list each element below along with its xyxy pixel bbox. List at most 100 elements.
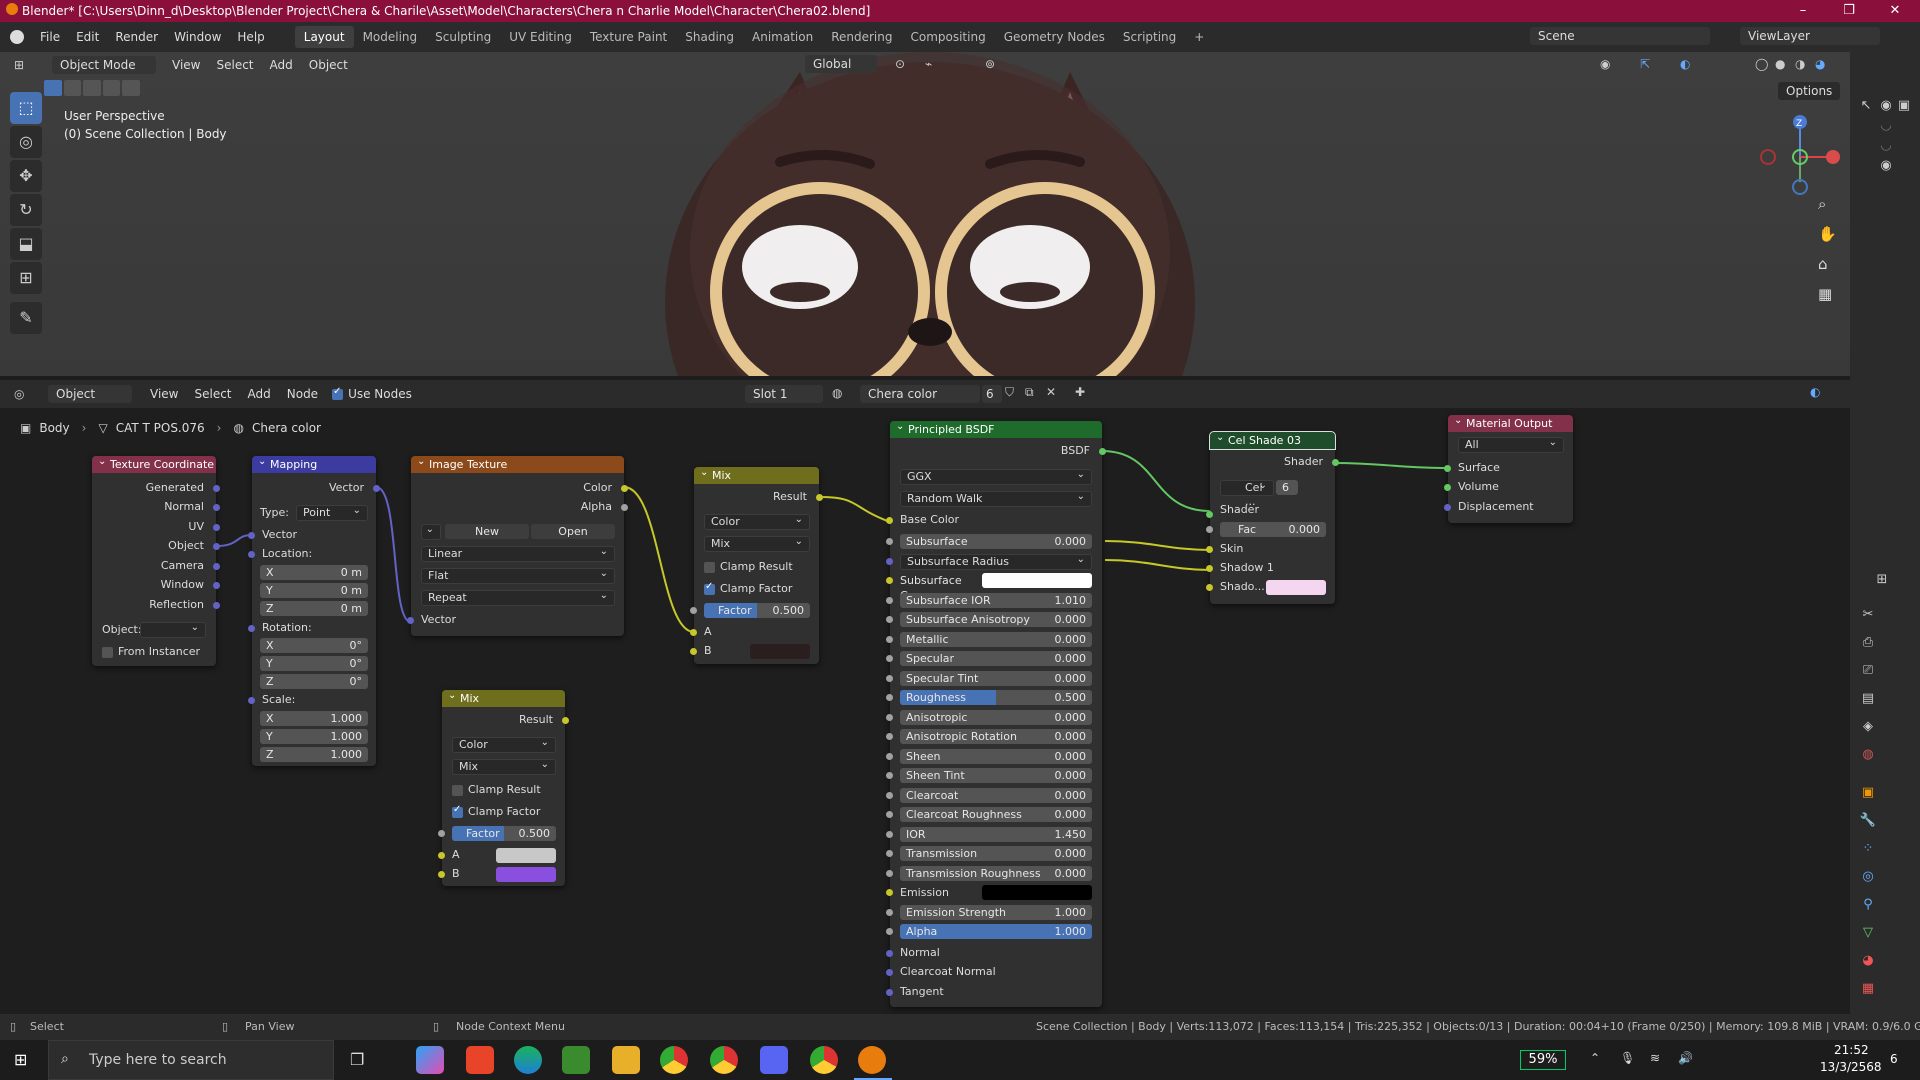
chrome-app-icon[interactable] <box>660 1046 688 1074</box>
windows-start-icon[interactable]: ⊞ <box>14 1050 27 1069</box>
copilot-app-icon[interactable] <box>416 1046 444 1074</box>
socket[interactable] <box>690 607 697 614</box>
bsdf-field-subsurface-ior[interactable]: Subsurface IOR 1.010 <box>900 593 1092 608</box>
socket[interactable] <box>886 517 893 524</box>
data-properties-icon[interactable]: ▽ <box>1858 925 1878 945</box>
bsdf-field-subsurface-c[interactable]: Subsurface C... <box>900 573 980 602</box>
texture-properties-icon[interactable]: ▦ <box>1858 981 1878 1001</box>
clamp-factor-checkbox[interactable] <box>452 804 463 818</box>
location-y-field[interactable]: Y 0 m <box>260 583 368 598</box>
data-type-dropdown[interactable]: Color <box>704 513 810 530</box>
from-instancer-checkbox[interactable] <box>102 647 113 658</box>
material-output-node[interactable]: Material Output All Surface Volume Displ… <box>1444 412 1573 523</box>
socket[interactable] <box>438 852 445 859</box>
blend-mode-dropdown[interactable]: Mix <box>704 535 810 552</box>
socket[interactable] <box>1206 584 1213 591</box>
location-z-field[interactable]: Z 0 m <box>260 601 368 616</box>
cel-shade-group-node[interactable]: Cel Shade 03 Shader Cel ... 6 Shader Fac… <box>1206 429 1339 604</box>
shadow-color-swatch[interactable] <box>1266 580 1326 595</box>
socket[interactable] <box>886 733 893 740</box>
node-group-selector[interactable]: Cel ... <box>1220 479 1274 508</box>
scene-properties-icon[interactable]: ◈ <box>1858 719 1878 739</box>
particles-properties-icon[interactable]: ⁘ <box>1858 841 1878 861</box>
socket[interactable] <box>886 558 893 565</box>
socket[interactable] <box>886 950 893 957</box>
interpolation-dropdown[interactable]: Linear <box>421 545 615 562</box>
socket[interactable] <box>1444 484 1451 491</box>
socket[interactable] <box>886 811 893 818</box>
object-picker[interactable] <box>140 621 206 638</box>
wifi-icon[interactable]: ≋ <box>1650 1051 1660 1065</box>
physics-properties-icon[interactable]: ◎ <box>1858 869 1878 889</box>
bsdf-field-specular[interactable]: Specular 0.000 <box>900 651 1092 666</box>
socket[interactable] <box>213 602 220 609</box>
bsdf-field-ior[interactable]: IOR 1.450 <box>900 827 1092 842</box>
notification-badge[interactable]: 6 <box>1890 1052 1898 1066</box>
outliner-eye-icon[interactable]: ◉ <box>1876 158 1896 178</box>
clamp-result-checkbox[interactable] <box>452 785 463 796</box>
output-properties-icon[interactable]: ⎚ <box>1858 663 1878 683</box>
outliner-select-icon[interactable]: ↖ <box>1856 98 1876 118</box>
socket[interactable] <box>886 675 893 682</box>
socket[interactable] <box>1099 448 1106 455</box>
extension-dropdown[interactable]: Repeat <box>421 589 615 606</box>
socket[interactable] <box>438 830 445 837</box>
socket[interactable] <box>886 636 893 643</box>
socket[interactable] <box>886 577 893 584</box>
file-explorer-icon[interactable] <box>612 1046 640 1074</box>
factor-field[interactable]: Factor 0.500 <box>452 826 556 841</box>
socket[interactable] <box>621 504 628 511</box>
socket[interactable] <box>621 485 628 492</box>
data-type-dropdown[interactable]: Color <box>452 736 556 753</box>
socket[interactable] <box>886 753 893 760</box>
taskbar-search-box[interactable]: ⌕ Type here to search <box>48 1040 334 1080</box>
material-properties-icon[interactable]: ◕ <box>1858 953 1878 973</box>
scale-y-field[interactable]: Y 1.000 <box>260 729 368 744</box>
group-users-count[interactable]: 6 <box>1276 480 1298 495</box>
socket[interactable] <box>213 582 220 589</box>
socket[interactable] <box>886 909 893 916</box>
socket[interactable] <box>1206 526 1213 533</box>
socket[interactable] <box>886 969 893 976</box>
view-layer-properties-icon[interactable]: ▤ <box>1858 691 1878 711</box>
bsdf-field-clearcoat[interactable]: Clearcoat 0.000 <box>900 788 1092 803</box>
socket[interactable] <box>816 494 823 501</box>
blend-mode-dropdown[interactable]: Mix <box>452 758 556 775</box>
socket[interactable] <box>886 831 893 838</box>
b-color-swatch[interactable] <box>750 644 810 659</box>
socket[interactable] <box>438 871 445 878</box>
subsurface-method-dropdown[interactable]: Random Walk <box>900 490 1092 507</box>
socket[interactable] <box>886 889 893 896</box>
clamp-factor-checkbox[interactable] <box>704 581 715 595</box>
socket[interactable] <box>1444 465 1451 472</box>
socket[interactable] <box>248 532 255 539</box>
socket[interactable] <box>1206 565 1213 572</box>
clock-time[interactable]: 21:52 <box>1834 1043 1869 1057</box>
socket[interactable] <box>886 928 893 935</box>
bsdf-field-subsurface[interactable]: Subsurface 0.000 <box>900 534 1092 549</box>
socket[interactable] <box>886 989 893 996</box>
distribution-dropdown[interactable]: GGX <box>900 468 1092 485</box>
image-browse-icon[interactable] <box>421 523 441 540</box>
tool-properties-icon[interactable]: ✂ <box>1858 607 1878 627</box>
microphone-icon[interactable]: 🎙 <box>1620 1051 1635 1065</box>
socket[interactable] <box>213 524 220 531</box>
bsdf-field-transmission-roughness[interactable]: Transmission Roughness 0.000 <box>900 866 1092 881</box>
principled-bsdf-node[interactable]: Principled BSDF BSDF GGX Random Walk Bas… <box>886 418 1106 1007</box>
fac-field[interactable]: Fac 0.000 <box>1220 522 1326 537</box>
outliner-camera-icon[interactable]: ▣ <box>1894 98 1914 118</box>
bsdf-field-anisotropic[interactable]: Anisotropic 0.000 <box>900 710 1092 725</box>
close-button[interactable]: ✕ <box>1872 0 1918 22</box>
socket[interactable] <box>886 655 893 662</box>
socket[interactable] <box>886 792 893 799</box>
bsdf-field-sheen[interactable]: Sheen 0.000 <box>900 749 1092 764</box>
socket[interactable] <box>1206 546 1213 553</box>
a-color-swatch[interactable] <box>496 848 556 863</box>
outliner-eye-hidden-icon[interactable]: ◡ <box>1876 138 1896 158</box>
blender-app-icon[interactable] <box>858 1046 886 1074</box>
chrome-app-icon[interactable] <box>710 1046 738 1074</box>
socket[interactable] <box>248 697 255 704</box>
socket[interactable] <box>1444 504 1451 511</box>
bsdf-field-emission-strength[interactable]: Emission Strength 1.000 <box>900 905 1092 920</box>
constraints-properties-icon[interactable]: ⚲ <box>1858 897 1878 917</box>
